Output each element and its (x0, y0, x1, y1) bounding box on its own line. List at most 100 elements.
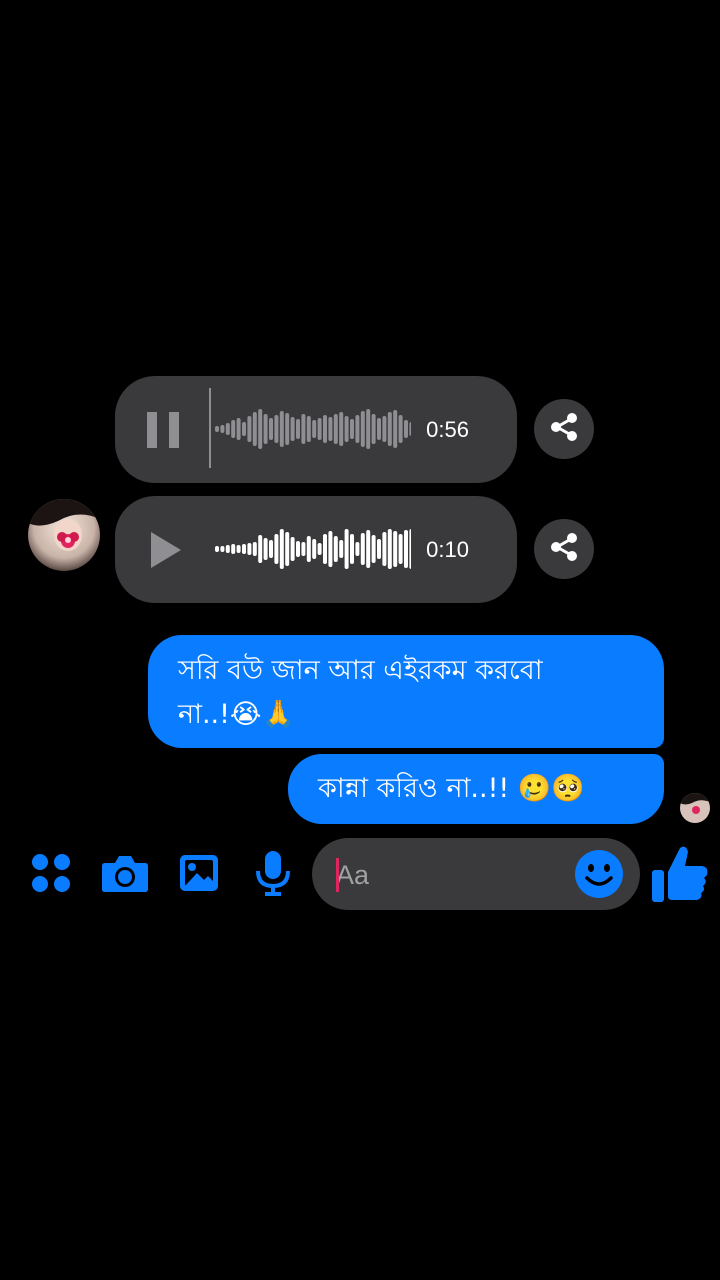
waveform-bar (236, 418, 241, 440)
waveform-bar (409, 422, 411, 436)
thumbs-up-icon (648, 846, 712, 910)
waveform-bar (317, 543, 322, 555)
pause-icon[interactable] (145, 408, 185, 452)
seen-avatar (680, 793, 710, 823)
more-actions-button[interactable] (26, 850, 76, 900)
waveform-bar (290, 537, 295, 561)
waveform-bar (274, 415, 279, 443)
waveform-1[interactable] (215, 394, 411, 464)
waveform-bar (252, 542, 257, 556)
waveform-bar (301, 542, 306, 556)
waveform-bar (317, 418, 322, 440)
waveform-bar (350, 419, 354, 439)
waveform-bar (339, 540, 344, 558)
waveform-bar (285, 532, 290, 566)
waveform-bar (350, 534, 354, 564)
waveform-bar (328, 417, 333, 441)
waveform-bar (387, 529, 392, 569)
waveform-bar (306, 536, 311, 562)
contact-avatar[interactable] (28, 499, 100, 571)
waveform-bar (279, 529, 284, 569)
voice-message-1[interactable]: 0:56 (115, 376, 517, 483)
waveform-bar (409, 529, 411, 569)
waveform-bar (404, 530, 408, 568)
waveform-bar (301, 414, 306, 444)
outgoing-message-1[interactable]: সরি বউ জান আর এইরকম করবো না..!😭🙏 (148, 635, 664, 748)
waveform-bar (258, 409, 263, 449)
waveform-bar (220, 425, 225, 433)
waveform-bar (333, 536, 338, 562)
waveform-bar (306, 416, 311, 442)
play-icon[interactable] (145, 528, 185, 572)
waveform-bar (377, 539, 381, 559)
waveform-bar (274, 534, 279, 564)
gallery-icon (177, 851, 221, 899)
waveform-bar (215, 546, 219, 552)
waveform-bar (355, 415, 360, 443)
message-composer[interactable] (312, 838, 640, 910)
waveform-bar (333, 414, 338, 444)
waveform-bar (328, 531, 333, 567)
waveform-bar (296, 419, 300, 439)
emoji-icon (574, 850, 624, 903)
waveform-bar (236, 545, 241, 553)
microphone-button[interactable] (248, 850, 298, 900)
share-icon (547, 410, 581, 448)
waveform-bar (247, 416, 252, 442)
waveform-bar (323, 534, 327, 564)
waveform-bar (220, 546, 225, 552)
waveform-bar (360, 533, 365, 565)
message-input[interactable] (336, 858, 566, 892)
gallery-button[interactable] (174, 850, 224, 900)
waveform-bar (398, 415, 403, 443)
message-text-line-1: সরি বউ জান আর এইরকম করবো (178, 655, 543, 686)
waveform-bar (393, 531, 398, 567)
waveform-bar (382, 532, 387, 566)
waveform-bar (344, 416, 349, 442)
waveform-bar (215, 426, 219, 432)
waveform-bar (285, 413, 290, 445)
playback-position-marker (209, 388, 211, 468)
waveform-bar (404, 420, 408, 438)
menu-dots-icon (29, 851, 73, 899)
camera-button[interactable] (100, 850, 150, 900)
message-text-line-2: না..!😭🙏 (178, 699, 296, 730)
waveform-bar (312, 420, 317, 438)
waveform-bar (360, 411, 365, 447)
waveform-bar (269, 540, 273, 558)
outgoing-message-2[interactable]: কান্না করিও না..!! 🥲🥺 (288, 754, 664, 824)
waveform-bar (231, 544, 236, 554)
microphone-icon (253, 849, 293, 901)
waveform-bar (371, 535, 376, 563)
like-button[interactable] (648, 842, 712, 906)
share-button-2[interactable] (534, 519, 594, 579)
waveform-bar (371, 414, 376, 444)
waveform-2[interactable] (215, 514, 411, 584)
voice-message-2[interactable]: 0:10 (115, 496, 517, 603)
waveform-bar (355, 542, 360, 556)
waveform-bar (290, 417, 295, 441)
camera-icon (101, 851, 149, 899)
waveform-bar (312, 539, 317, 559)
share-icon (547, 530, 581, 568)
message-text: কান্না করিও না..!! 🥲🥺 (318, 773, 586, 804)
waveform-bar (242, 422, 246, 436)
waveform-bar (323, 415, 327, 443)
waveform-bar (231, 420, 236, 438)
waveform-bar (366, 530, 371, 568)
voice-duration-1: 0:56 (426, 417, 469, 442)
waveform-bar (242, 544, 246, 554)
waveform-bar (393, 410, 398, 448)
waveform-bar (252, 412, 257, 446)
waveform-bar (344, 529, 349, 569)
waveform-bar (366, 409, 371, 449)
waveform-bar (279, 411, 284, 447)
waveform-bar (263, 538, 268, 560)
emoji-button[interactable] (574, 849, 624, 899)
share-button-1[interactable] (534, 399, 594, 459)
waveform-bar (296, 541, 300, 557)
waveform-bar (258, 535, 263, 563)
waveform-bar (269, 418, 273, 440)
waveform-bar (263, 414, 268, 444)
waveform-bar (339, 412, 344, 446)
